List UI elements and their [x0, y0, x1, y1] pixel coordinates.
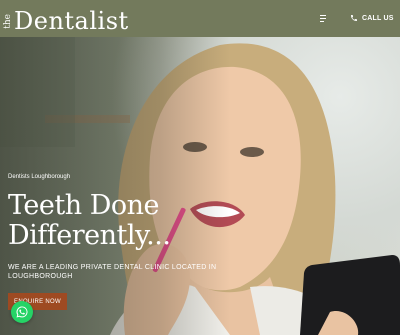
hero-subtitle: Dentists Loughborough: [8, 174, 71, 180]
hero-overlay: [0, 37, 230, 335]
hero-section: Dentists Loughborough Teeth Done Differe…: [0, 37, 400, 335]
menu-icon[interactable]: [320, 11, 334, 25]
logo-name: Dentalist: [14, 7, 129, 35]
site-header: the Dentalist CALL US: [0, 0, 400, 37]
whatsapp-button[interactable]: [11, 301, 33, 323]
hero-headline: Teeth Done Differently...: [8, 190, 171, 251]
logo-prefix: the: [3, 14, 13, 29]
site-logo[interactable]: the Dentalist: [3, 4, 129, 35]
phone-icon: [351, 15, 357, 21]
call-us-label: CALL US: [362, 14, 394, 22]
hero-tagline: WE ARE A LEADING PRIVATE DENTAL CLINIC L…: [8, 264, 217, 280]
whatsapp-icon: [16, 306, 28, 318]
call-us-button[interactable]: CALL US: [350, 11, 394, 25]
